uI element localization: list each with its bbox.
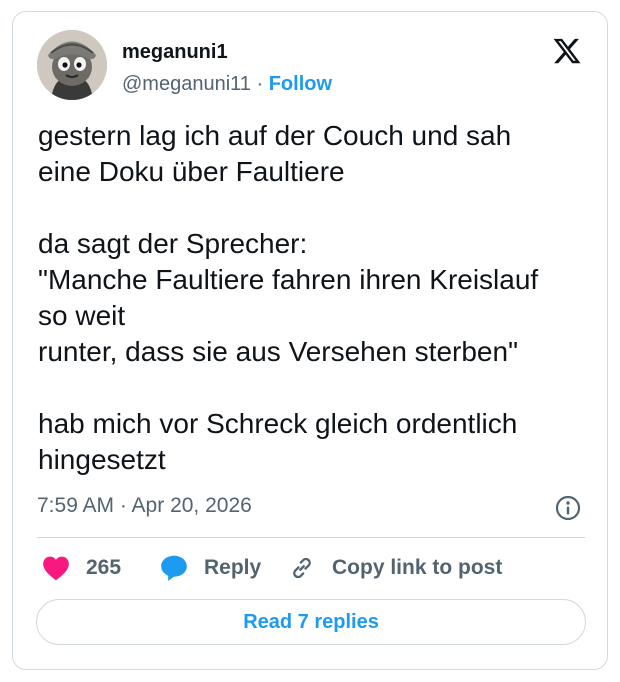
- follow-link[interactable]: Follow: [269, 73, 332, 95]
- tweet-text: gestern lag ich auf der Couch und sah ei…: [38, 118, 588, 478]
- avatar-image: [37, 30, 107, 100]
- tweet-card: meganuni1 @meganuni11 · Follow gestern l…: [12, 11, 608, 670]
- tweet-line: hingesetzt: [38, 444, 166, 475]
- tweet-line-blank: [38, 370, 588, 406]
- tweet-line: runter, dass sie aus Versehen sterben": [38, 336, 519, 367]
- read-replies-label: Read 7 replies: [243, 610, 379, 633]
- like-count: 265: [86, 556, 122, 579]
- heart-icon: [43, 556, 69, 581]
- meta-separator: ·: [256, 73, 264, 95]
- tweet-line: da sagt der Sprecher:: [38, 228, 308, 259]
- info-icon[interactable]: [554, 494, 582, 522]
- link-icon: [293, 557, 311, 579]
- display-name[interactable]: meganuni1: [122, 41, 228, 64]
- tweet-line: hab mich vor Schreck gleich ordentlich: [38, 408, 518, 439]
- tweet-line: "Manche Faultiere fahren ihren Kreislauf: [38, 264, 539, 295]
- x-logo-icon[interactable]: [552, 36, 582, 66]
- like-button[interactable]: 265: [42, 554, 121, 582]
- read-replies-button[interactable]: Read 7 replies: [36, 599, 586, 645]
- reply-button[interactable]: Reply: [160, 554, 261, 582]
- tweet-line: eine Doku über Faultiere: [38, 156, 345, 187]
- tweet-line-blank: [38, 190, 588, 226]
- copy-link-button[interactable]: Copy link to post: [288, 554, 502, 582]
- timestamp[interactable]: 7:59 AM · Apr 20, 2026: [37, 494, 252, 518]
- tweet-line: so weit: [38, 300, 126, 331]
- reply-label: Reply: [204, 556, 262, 579]
- divider: [37, 537, 585, 538]
- tweet-line: gestern lag ich auf der Couch und sah: [38, 120, 512, 151]
- author-meta: @meganuni11 · Follow: [122, 73, 332, 96]
- copy-link-label: Copy link to post: [332, 556, 503, 579]
- avatar[interactable]: [37, 30, 107, 100]
- reply-bubble-icon: [161, 555, 187, 581]
- handle[interactable]: @meganuni11: [122, 73, 251, 95]
